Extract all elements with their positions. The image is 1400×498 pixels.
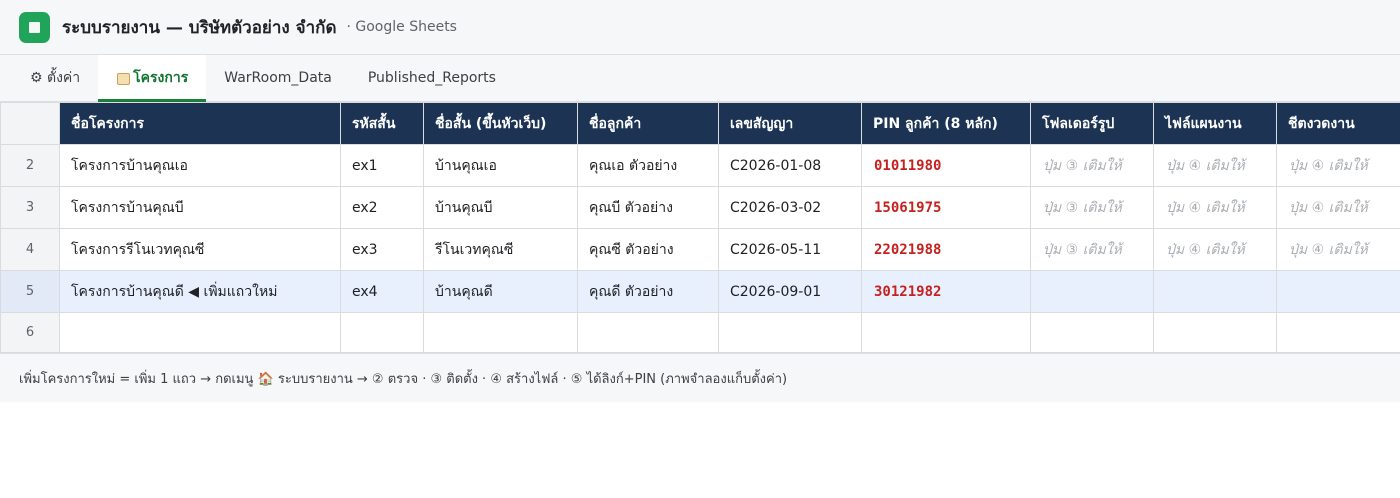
- tab-label: โครงการ: [133, 70, 189, 86]
- cell-contract-number[interactable]: C2026-01-08: [718, 144, 862, 187]
- column-header[interactable]: ชีตงวดงาน: [1276, 102, 1400, 145]
- cell-plan-file[interactable]: ปุ่ม ④ เติมให้: [1153, 144, 1277, 187]
- table-row-empty: 6: [0, 312, 1400, 353]
- corner-cell[interactable]: [0, 102, 60, 145]
- cell-installment-sheet[interactable]: ปุ่ม ④ เติมให้: [1276, 144, 1400, 187]
- row-number[interactable]: 3: [0, 186, 60, 229]
- cell-installment-sheet[interactable]: ปุ่ม ④ เติมให้: [1276, 186, 1400, 229]
- title-bar: ระบบรายงาน — บริษัทตัวอย่าง จำกัด · Goog…: [0, 0, 1400, 55]
- cell-short-code[interactable]: ex2: [340, 186, 424, 229]
- cell-contract-number[interactable]: C2026-03-02: [718, 186, 862, 229]
- row-number[interactable]: 6: [0, 312, 60, 353]
- cell-contract-number[interactable]: C2026-05-11: [718, 228, 862, 271]
- row-number[interactable]: 4: [0, 228, 60, 271]
- cell-plan-file[interactable]: [1153, 312, 1277, 353]
- cell-customer-pin[interactable]: [861, 312, 1031, 353]
- document-title: ระบบรายงาน — บริษัทตัวอย่าง จำกัด: [62, 17, 337, 38]
- header-row: ชื่อโครงการ รหัสสั้น ชื่อสั้น (ขึ้นหัวเว…: [0, 102, 1400, 145]
- cell-plan-file[interactable]: ปุ่ม ④ เติมให้: [1153, 186, 1277, 229]
- cell-customer-name[interactable]: [577, 312, 719, 353]
- cell-contract-number[interactable]: [718, 312, 862, 353]
- tab-label: Published_Reports: [367, 70, 496, 86]
- column-header[interactable]: เลขสัญญา: [718, 102, 862, 145]
- cell-photo-folder[interactable]: [1030, 270, 1154, 313]
- tab-label: ⚙ ตั้งค่า: [30, 70, 81, 86]
- cell-short-code[interactable]: [340, 312, 424, 353]
- row-number[interactable]: 2: [0, 144, 60, 187]
- spreadsheet-grid: ชื่อโครงการ รหัสสั้น ชื่อสั้น (ขึ้นหัวเว…: [0, 102, 1400, 353]
- cell-short-code[interactable]: ex3: [340, 228, 424, 271]
- cell-short-code[interactable]: ex4: [340, 270, 424, 313]
- cell-short-code[interactable]: ex1: [340, 144, 424, 187]
- cell-customer-pin[interactable]: 15061975: [861, 186, 1031, 229]
- table-row-highlighted: 5 โครงการบ้านคุณดี ◀ เพิ่มแถวใหม่ ex4 บ้…: [0, 270, 1400, 313]
- cell-customer-name[interactable]: คุณเอ ตัวอย่าง: [577, 144, 719, 187]
- cell-photo-folder[interactable]: ปุ่ม ③ เติมให้: [1030, 144, 1154, 187]
- cell-photo-folder[interactable]: ปุ่ม ③ เติมให้: [1030, 228, 1154, 271]
- cell-customer-pin[interactable]: 01011980: [861, 144, 1031, 187]
- table-row: 2 โครงการบ้านคุณเอ ex1 บ้านคุณเอ คุณเอ ต…: [0, 144, 1400, 187]
- cell-installment-sheet[interactable]: [1276, 312, 1400, 353]
- cell-customer-pin[interactable]: 22021988: [861, 228, 1031, 271]
- cell-photo-folder[interactable]: ปุ่ม ③ เติมให้: [1030, 186, 1154, 229]
- app-name: · Google Sheets: [346, 19, 457, 35]
- cell-project-name[interactable]: โครงการบ้านคุณเอ: [59, 144, 341, 187]
- column-header[interactable]: ชื่อโครงการ: [59, 102, 341, 145]
- tab-settings[interactable]: ⚙ ตั้งค่า: [12, 55, 98, 101]
- tab-projects[interactable]: โครงการ: [98, 55, 207, 102]
- cell-short-name[interactable]: บ้านคุณเอ: [423, 144, 578, 187]
- tab-warroom-data[interactable]: WarRoom_Data: [206, 55, 350, 101]
- cell-customer-name[interactable]: คุณดี ตัวอย่าง: [577, 270, 719, 313]
- column-header[interactable]: ไฟล์แผนงาน: [1153, 102, 1277, 145]
- cell-plan-file[interactable]: [1153, 270, 1277, 313]
- cell-project-name[interactable]: [59, 312, 341, 353]
- cell-short-name[interactable]: บ้านคุณบี: [423, 186, 578, 229]
- cell-customer-name[interactable]: คุณบี ตัวอย่าง: [577, 186, 719, 229]
- sheets-logo-icon: [19, 11, 50, 43]
- table-row: 4 โครงการรีโนเวทคุณซี ex3 รีโนเวทคุณซี ค…: [0, 228, 1400, 271]
- footer-text: เพิ่มโครงการใหม่ = เพิ่ม 1 แถว → กดเมนู …: [19, 371, 788, 387]
- cell-plan-file[interactable]: ปุ่ม ④ เติมให้: [1153, 228, 1277, 271]
- cell-customer-name[interactable]: คุณซี ตัวอย่าง: [577, 228, 719, 271]
- cell-project-name[interactable]: โครงการรีโนเวทคุณซี: [59, 228, 341, 271]
- column-header[interactable]: โฟลเดอร์รูป: [1030, 102, 1154, 145]
- cell-project-name[interactable]: โครงการบ้านคุณบี: [59, 186, 341, 229]
- cell-project-name[interactable]: โครงการบ้านคุณดี ◀ เพิ่มแถวใหม่: [59, 270, 341, 313]
- cell-short-name[interactable]: บ้านคุณดี: [423, 270, 578, 313]
- cell-installment-sheet[interactable]: [1276, 270, 1400, 313]
- cell-short-name[interactable]: [423, 312, 578, 353]
- row-number[interactable]: 5: [0, 270, 60, 313]
- cell-short-name[interactable]: รีโนเวทคุณซี: [423, 228, 578, 271]
- column-header[interactable]: ชื่อลูกค้า: [577, 102, 719, 145]
- footer-note: เพิ่มโครงการใหม่ = เพิ่ม 1 แถว → กดเมนู …: [0, 353, 1400, 402]
- sheet-tab-bar: ⚙ ตั้งค่า โครงการ WarRoom_Data Published…: [0, 55, 1400, 102]
- scroll-icon: [116, 72, 131, 85]
- column-header[interactable]: PIN ลูกค้า (8 หลัก): [861, 102, 1031, 145]
- column-header[interactable]: รหัสสั้น: [340, 102, 424, 145]
- tab-published-reports[interactable]: Published_Reports: [350, 55, 514, 101]
- cell-photo-folder[interactable]: [1030, 312, 1154, 353]
- tab-label: WarRoom_Data: [224, 70, 332, 86]
- cell-contract-number[interactable]: C2026-09-01: [718, 270, 862, 313]
- cell-customer-pin[interactable]: 30121982: [861, 270, 1031, 313]
- column-header[interactable]: ชื่อสั้น (ขึ้นหัวเว็บ): [423, 102, 578, 145]
- cell-installment-sheet[interactable]: ปุ่ม ④ เติมให้: [1276, 228, 1400, 271]
- table-row: 3 โครงการบ้านคุณบี ex2 บ้านคุณบี คุณบี ต…: [0, 186, 1400, 229]
